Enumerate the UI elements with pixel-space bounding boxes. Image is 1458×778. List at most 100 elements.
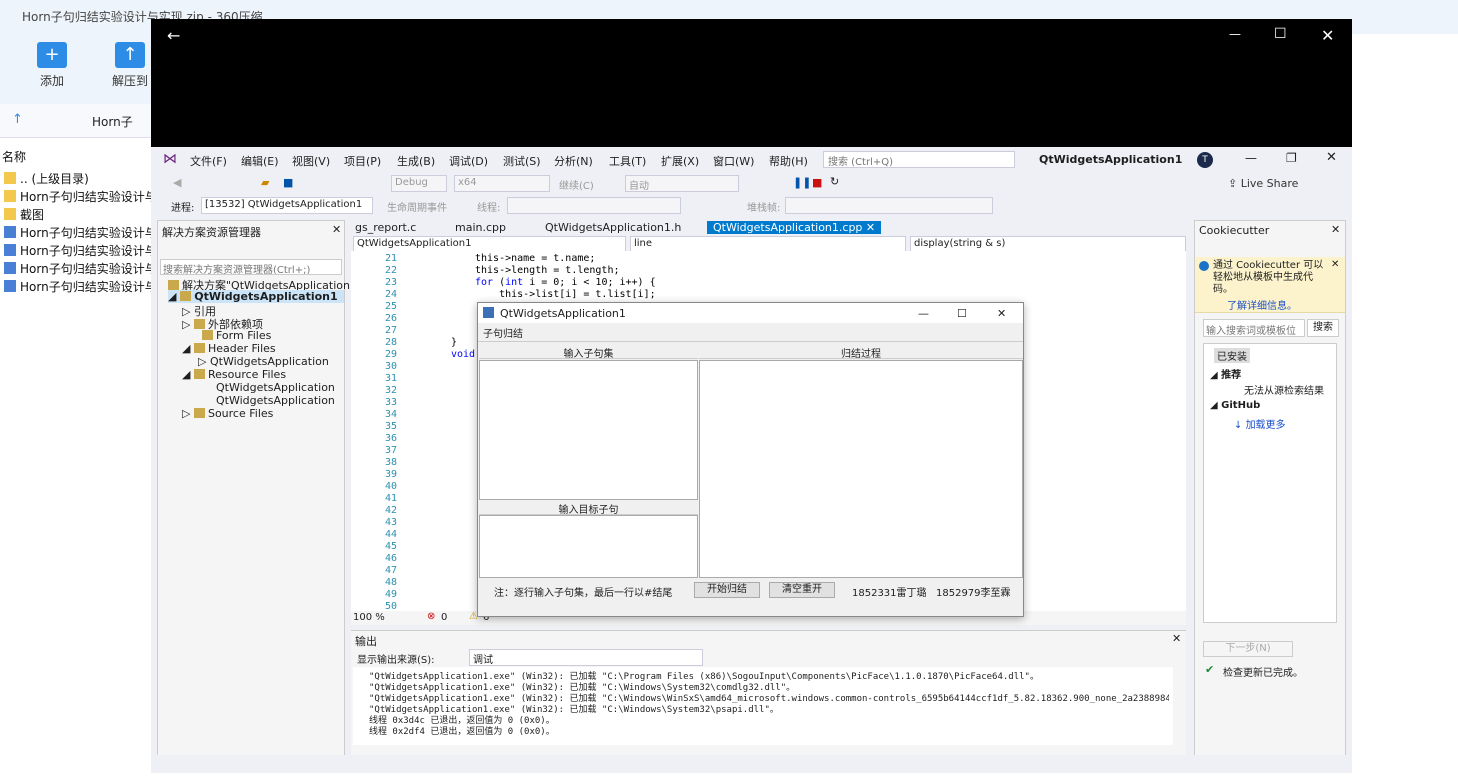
list-item[interactable]: Horn子句归结实验设计与 [4,242,157,259]
open-folder-icon[interactable]: ▰ [261,176,269,189]
clear-button[interactable]: 清空重开 [769,582,835,598]
column-header-name[interactable]: 名称 [2,148,26,165]
menu-build[interactable]: 生成(B) [397,153,435,169]
learn-more-link[interactable]: 了解详细信息。 [1227,297,1297,312]
menu-debug[interactable]: 调试(D) [449,153,488,169]
tree-header-files[interactable]: ◢ Header Files [182,342,276,355]
vs-restore-button[interactable]: ❐ [1286,151,1297,165]
solution-explorer: 解决方案资源管理器 ✕ 搜索解决方案资源管理器(Ctrl+;) 解决方案"QtW… [157,220,350,770]
tree-resource-files[interactable]: ◢ Resource Files [182,368,286,381]
clause-input[interactable] [479,360,698,500]
line-number: 26 [384,313,397,324]
menu-window[interactable]: 窗口(W) [713,153,754,169]
github-item[interactable]: ◢ GitHub [1210,400,1260,411]
menu-analyze[interactable]: 分析(N) [554,153,593,169]
error-count[interactable]: 0 [441,612,447,623]
installed-item[interactable]: 已安装 [1214,348,1250,363]
tree-form-files[interactable]: Form Files [202,329,271,342]
back-arrow-icon[interactable]: ← [167,26,180,45]
menu-project[interactable]: 项目(P) [344,153,381,169]
tab-header[interactable]: QtWidgetsApplication1.h [545,221,681,234]
output-close-icon[interactable]: ✕ [1172,632,1181,645]
se-close-icon[interactable]: ✕ [332,223,341,236]
stack-select[interactable] [785,197,993,214]
tab-main-cpp[interactable]: main.cpp [455,221,506,234]
tree-project[interactable]: ◢ QtWidgetsApplication1 [168,290,344,303]
lifecycle-button[interactable]: 生命周期事件 [387,199,447,214]
menu-file[interactable]: 文件(F) [190,153,227,169]
cookiecutter-panel: Cookiecutter ✕ 通过 Cookiecutter 可以轻松地从模板中… [1194,220,1346,770]
template-search-input[interactable]: 输入搜索词或模板位 [1203,319,1305,337]
process-select[interactable]: [13532] QtWidgetsApplication1 [201,197,373,214]
output-text[interactable]: "QtWidgetsApplication1.exe" (Win32): 已加载… [353,667,1173,745]
minimize-button[interactable]: — [1229,27,1241,41]
save-icon[interactable]: ■ [283,176,293,189]
qt-dialog: QtWidgetsApplication1 — ☐ ✕ 子句归结 输入子句集 归… [477,302,1024,617]
tree-source-files[interactable]: ▷ Source Files [182,407,273,420]
vs-minimize-button[interactable]: — [1245,151,1257,165]
tree-resource-file[interactable]: QtWidgetsApplication [216,394,335,407]
pause-icon[interactable]: ❚❚ [793,176,811,189]
tab-gs-report[interactable]: gs_report.c [355,221,416,234]
maximize-button[interactable]: ☐ [1274,26,1287,42]
qt-close-button[interactable]: ✕ [997,307,1006,320]
zoom-select[interactable]: 100 % [353,612,385,623]
info-close-icon[interactable]: ✕ [1331,259,1339,270]
recommended-item[interactable]: ◢ 推荐 [1210,366,1241,381]
solution-explorer-title: 解决方案资源管理器 [162,226,261,239]
auto-select[interactable]: 自动 [625,175,739,192]
line-number: 38 [384,457,397,468]
author-1: 1852331雷丁璐 [852,588,927,599]
list-item[interactable]: Horn子句归结实验设计与 [4,260,157,277]
search-input[interactable]: 搜索 (Ctrl+Q) [823,151,1015,168]
se-search-input[interactable]: 搜索解决方案资源管理器(Ctrl+;) [160,259,342,275]
list-item[interactable]: Horn子句归结实验设计与 [4,278,157,295]
close-button[interactable]: ✕ [1321,26,1334,45]
line-number: 48 [384,577,397,588]
config-select[interactable]: Debug [391,175,447,192]
target-input[interactable] [479,515,698,578]
list-item[interactable]: .. (上级目录) [4,170,89,187]
platform-select[interactable]: x64 [454,175,550,192]
restart-icon[interactable]: ↻ [830,175,839,188]
line-number: 25 [384,301,397,312]
list-item[interactable]: Horn子句归结实验设计与 [4,188,157,205]
template-search-button[interactable]: 搜索 [1307,319,1339,337]
back-icon[interactable]: ◀ [173,176,181,189]
avatar[interactable]: T [1197,152,1213,168]
background-file-list: 名称 .. (上级目录) Horn子句归结实验设计与 截图 Horn子句归结实验… [0,138,157,778]
list-item[interactable]: 截图 [4,206,44,223]
background-toolbar: + 添加 ↑ 解压到 [0,34,152,104]
output-source-select[interactable]: 调试 [469,649,703,666]
up-icon[interactable]: ↑ [12,112,23,127]
list-item[interactable]: Horn子句归结实验设计与 [4,224,157,241]
stop-icon[interactable]: ■ [812,176,822,189]
menu-edit[interactable]: 编辑(E) [241,153,279,169]
next-button[interactable]: 下一步(N) [1203,641,1293,657]
line-number: 46 [384,553,397,564]
path-field[interactable]: Horn子 [92,113,133,130]
menu-extensions[interactable]: 扩展(X) [661,153,699,169]
cc-close-icon[interactable]: ✕ [1331,223,1340,236]
continue-button[interactable]: 继续(C) [559,177,594,192]
start-resolution-button[interactable]: 开始归结 [694,582,760,598]
menu-view[interactable]: 视图(V) [292,153,330,169]
load-more-link[interactable]: ↓ 加载更多 [1234,416,1286,431]
document-icon [4,262,16,274]
process-output[interactable] [699,360,1023,578]
info-icon [1199,261,1209,271]
line-number: 36 [384,433,397,444]
tab-cpp[interactable]: QtWidgetsApplication1.cpp ✕ [707,221,882,234]
menu-tools[interactable]: 工具(T) [609,153,646,169]
menu-test[interactable]: 测试(S) [503,153,541,169]
live-share-button[interactable]: ⇪ Live Share [1228,177,1298,190]
qt-maximize-button[interactable]: ☐ [957,307,967,320]
vs-close-button[interactable]: ✕ [1326,150,1337,165]
qt-minimize-button[interactable]: — [918,307,929,320]
tree-header-file[interactable]: ▷ QtWidgetsApplication [198,355,329,368]
add-button[interactable]: + 添加 [22,34,82,89]
qt-menu-item[interactable]: 子句归结 [483,325,523,340]
menu-help[interactable]: 帮助(H) [769,153,808,169]
thread-select[interactable] [507,197,681,214]
tree-resource-file[interactable]: QtWidgetsApplication [216,381,335,394]
